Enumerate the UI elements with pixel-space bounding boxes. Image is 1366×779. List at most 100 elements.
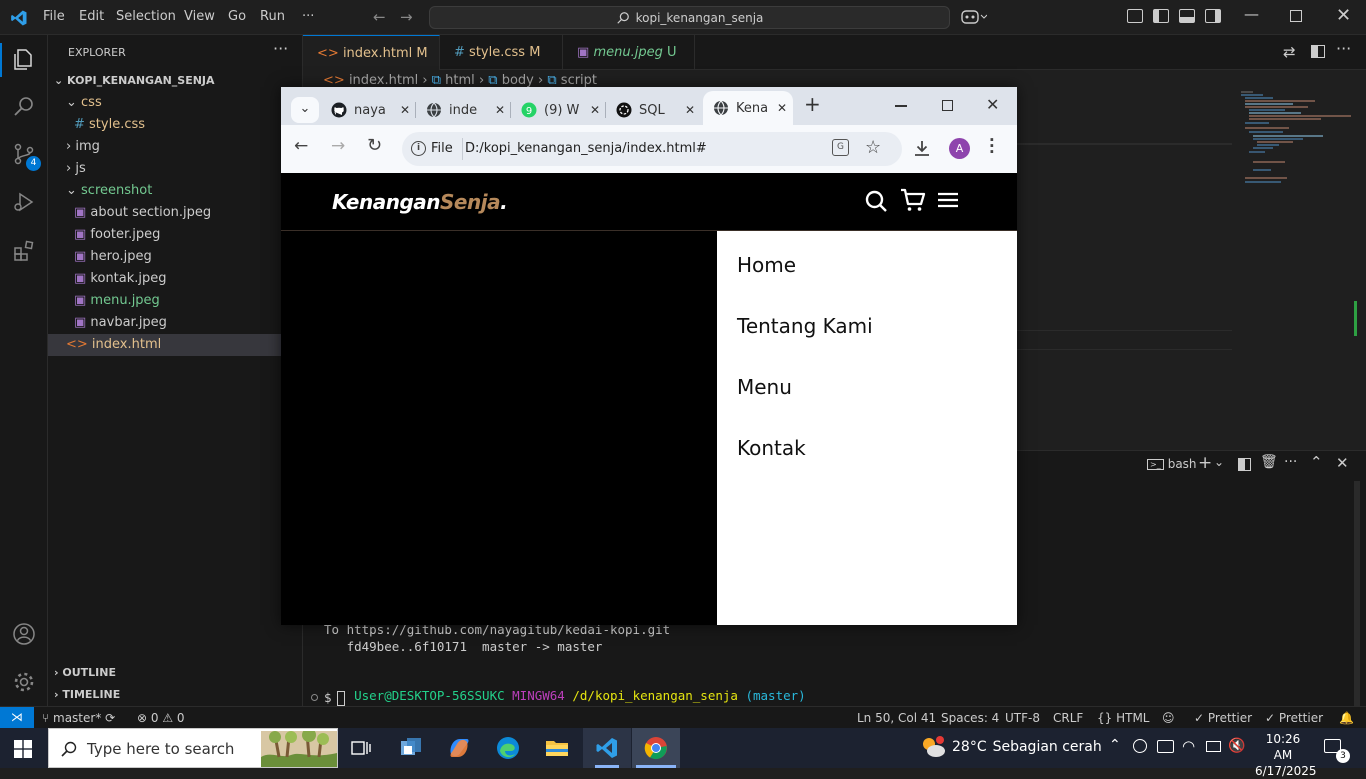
address-bar[interactable]: i File D:/kopi_kenangan_senja/index.html…: [402, 132, 902, 166]
file-about[interactable]: ▣ about section.jpeg: [74, 202, 211, 224]
terminal-more-icon[interactable]: ···: [1284, 454, 1297, 470]
nav-link-home[interactable]: Home: [737, 253, 796, 277]
shopping-cart-icon[interactable]: [900, 187, 926, 213]
search-icon[interactable]: [864, 189, 888, 213]
remote-indicator-icon[interactable]: ⋊: [0, 707, 34, 729]
toggle-panel-icon[interactable]: [1179, 9, 1195, 23]
browser-tab-kenangan-active[interactable]: Kena ✕: [703, 91, 793, 125]
taskbar-search-box[interactable]: Type here to search: [48, 728, 338, 768]
copilot-status-icon[interactable]: ☺: [1162, 711, 1175, 725]
nav-link-tentang-kami[interactable]: Tentang Kami: [737, 314, 873, 338]
file-kontak[interactable]: ▣ kontak.jpeg: [74, 268, 167, 290]
translate-icon[interactable]: G: [832, 139, 849, 156]
close-tab-icon[interactable]: ✕: [590, 103, 600, 117]
minimize-icon[interactable]: —: [1244, 5, 1259, 23]
breadcrumb-html[interactable]: html: [445, 73, 475, 88]
browser-tab-sql[interactable]: SQL ✕: [606, 95, 701, 125]
outline-section[interactable]: › OUTLINE: [54, 666, 116, 679]
windows-start-icon[interactable]: [14, 740, 32, 758]
reload-icon[interactable]: ↻: [367, 135, 382, 156]
browser-minimize-icon[interactable]: [895, 105, 907, 107]
menu-edit[interactable]: Edit: [79, 9, 104, 24]
close-tab-icon[interactable]: ✕: [777, 101, 787, 115]
prettier-status-2[interactable]: ✓ Prettier: [1265, 711, 1323, 725]
menu-file[interactable]: File: [43, 9, 65, 24]
folder-img[interactable]: › img: [66, 136, 100, 158]
browser-maximize-icon[interactable]: [942, 100, 953, 111]
folder-css[interactable]: ⌄ css: [66, 92, 102, 114]
file-index-html[interactable]: <> index.html: [48, 334, 303, 356]
root-folder[interactable]: ⌄ KOPI_KENANGAN_SENJA: [54, 70, 215, 92]
site-logo[interactable]: KenanganSenja.: [332, 190, 508, 214]
account-icon[interactable]: [12, 622, 36, 646]
language-mode[interactable]: {} HTML: [1097, 711, 1150, 725]
file-menu[interactable]: ▣ menu.jpeg: [74, 290, 160, 312]
url-text[interactable]: D:/kopi_kenangan_senja/index.html#: [465, 141, 707, 156]
screen-capture-icon[interactable]: [1157, 740, 1174, 753]
split-terminal-icon[interactable]: [1238, 458, 1251, 471]
browser-close-icon[interactable]: ✕: [986, 95, 999, 114]
browser-tab-github[interactable]: naya ✕: [321, 95, 416, 125]
breadcrumb-body[interactable]: body: [502, 73, 534, 88]
cursor-position[interactable]: Ln 50, Col 41: [857, 711, 936, 725]
terminal-shell-selector[interactable]: >_ bash: [1147, 457, 1197, 471]
end-of-line[interactable]: CRLF: [1053, 711, 1083, 725]
back-arrow-icon[interactable]: ←: [373, 8, 386, 26]
toggle-secondary-sidebar-icon[interactable]: [1205, 9, 1221, 23]
menu-more[interactable]: ···: [302, 9, 314, 24]
problems-indicator[interactable]: ⊗ 0 ⚠ 0: [137, 711, 185, 725]
browser-tab-whatsapp[interactable]: 9 (9) W ✕: [511, 95, 606, 125]
file-style-css[interactable]: # style.css: [74, 114, 145, 136]
timeline-section[interactable]: › TIMELINE: [54, 688, 120, 701]
toggle-sidebar-icon[interactable]: [1153, 9, 1169, 23]
close-tab-icon[interactable]: ✕: [495, 103, 505, 117]
forward-arrow-icon[interactable]: →: [400, 8, 413, 26]
layout-toggle-icon[interactable]: [1127, 9, 1143, 23]
hamburger-menu-icon[interactable]: [936, 190, 960, 210]
menu-view[interactable]: View: [184, 9, 215, 24]
breadcrumb-file[interactable]: index.html: [349, 73, 418, 88]
show-hidden-icons-chevron-icon[interactable]: ⌃: [1109, 737, 1121, 753]
tab-search-icon[interactable]: ⌄: [291, 97, 319, 123]
search-icon[interactable]: [12, 94, 36, 118]
info-icon[interactable]: i: [411, 141, 426, 156]
battery-icon[interactable]: [1206, 741, 1221, 752]
bookmark-star-icon[interactable]: ☆: [865, 137, 881, 158]
branch-indicator[interactable]: ⑂ master* ⟳: [42, 711, 115, 725]
vscode-taskbar-button[interactable]: [583, 728, 631, 768]
extensions-icon[interactable]: [12, 239, 36, 263]
notifications-bell-icon[interactable]: 🔔: [1339, 711, 1354, 725]
close-tab-icon[interactable]: ✕: [400, 103, 410, 117]
trash-icon[interactable]: 🗑: [1260, 454, 1278, 470]
indentation[interactable]: Spaces: 4: [941, 711, 999, 725]
compare-icon[interactable]: ⇄: [1283, 43, 1296, 61]
browser-menu-icon[interactable]: · · ·: [989, 133, 995, 160]
close-tab-icon[interactable]: ✕: [685, 103, 695, 117]
clock[interactable]: 10:26 AM 6/17/2025: [1255, 731, 1317, 779]
restore-icon[interactable]: [1290, 10, 1302, 22]
new-tab-icon[interactable]: +: [804, 92, 821, 116]
breadcrumb-script[interactable]: script: [561, 73, 597, 88]
widgets-app-icon[interactable]: [399, 737, 423, 759]
nav-link-kontak[interactable]: Kontak: [737, 436, 806, 460]
chevron-down-icon[interactable]: ⌄: [1214, 455, 1224, 469]
run-debug-icon[interactable]: [12, 190, 36, 214]
menu-selection[interactable]: Selection: [116, 9, 176, 24]
tab-index-html[interactable]: <> index.html M ✕: [303, 35, 440, 96]
minimap[interactable]: [1233, 90, 1353, 200]
browser-tab-index[interactable]: inde ✕: [416, 95, 511, 125]
prettier-status-1[interactable]: ✓ Prettier: [1194, 711, 1252, 725]
copilot-icon[interactable]: [961, 9, 987, 25]
file-explorer-icon[interactable]: [545, 738, 569, 758]
meet-now-icon[interactable]: [1133, 739, 1147, 753]
menu-run[interactable]: Run: [260, 9, 285, 24]
more-actions-icon[interactable]: ···: [273, 39, 288, 58]
folder-js[interactable]: › js: [66, 158, 86, 180]
new-terminal-icon[interactable]: +: [1198, 453, 1212, 473]
file-navbar[interactable]: ▣ navbar.jpeg: [74, 312, 167, 334]
chrome-taskbar-button[interactable]: [632, 728, 680, 768]
editor-more-icon[interactable]: ···: [1336, 39, 1351, 58]
back-arrow-icon[interactable]: ←: [294, 136, 308, 156]
file-hero[interactable]: ▣ hero.jpeg: [74, 246, 152, 268]
volume-muted-icon[interactable]: 🔇: [1228, 738, 1245, 754]
